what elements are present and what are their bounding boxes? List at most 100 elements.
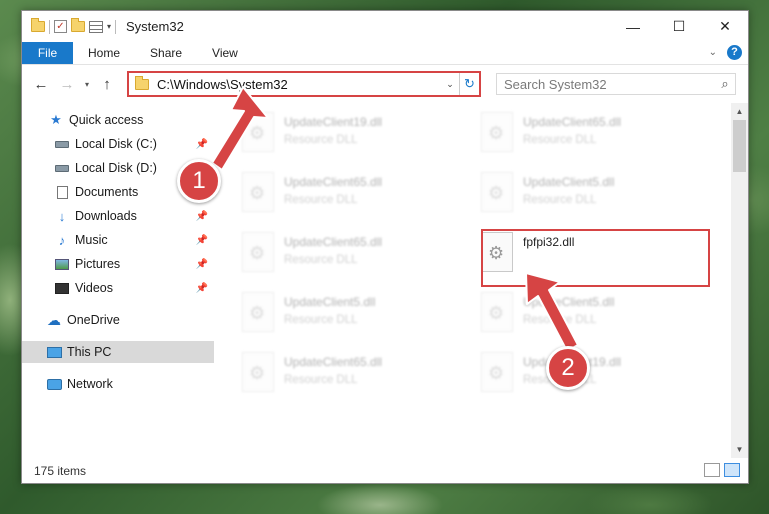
file-type: Resource DLL (284, 254, 358, 266)
folder-icon (31, 18, 45, 32)
onedrive-icon: ☁ (47, 311, 61, 328)
videos-icon (54, 281, 70, 295)
ribbon-tabs: File Home Share View ⌄ ? (22, 42, 748, 65)
pictures-icon (54, 257, 70, 271)
scroll-up-icon[interactable]: ▲ (731, 103, 748, 120)
sidebar-item-downloads[interactable]: ↓ Downloads 📌 (22, 205, 214, 227)
pin-icon: 📌 (195, 210, 208, 222)
dll-file-icon (242, 112, 274, 152)
navigation-bar: ← → ▾ ↑ C:\Windows\System32 ⌄ ↻ Search S… (22, 66, 748, 102)
file-item[interactable]: UpdateClient65.dll Resource DLL (481, 109, 701, 161)
details-view-icon[interactable] (704, 463, 720, 477)
file-type: Resource DLL (523, 314, 597, 326)
sidebar-item-label: Documents (75, 185, 139, 199)
file-name: UpdateClient65.dll (284, 175, 383, 189)
refresh-icon[interactable]: ↻ (459, 73, 479, 95)
tab-view[interactable]: View (197, 42, 253, 64)
scroll-thumb[interactable] (733, 120, 746, 172)
vertical-scrollbar[interactable]: ▲ ▼ (731, 103, 748, 458)
divider (115, 19, 117, 34)
file-name: UpdateClient19.dll (284, 115, 383, 129)
sidebar-item-videos[interactable]: Videos 📌 (22, 277, 214, 299)
maximize-button[interactable]: ☐ (656, 11, 702, 42)
new-folder-icon[interactable] (71, 18, 85, 32)
ribbon-right-controls: ⌄ ? (709, 45, 742, 60)
pin-icon: 📌 (195, 258, 208, 270)
expand-ribbon-icon[interactable]: ⌄ (709, 47, 717, 58)
tab-share[interactable]: Share (135, 42, 197, 64)
file-name: UpdateClient65.dll (523, 115, 622, 129)
up-button[interactable]: ↑ (94, 76, 120, 93)
file-type: Resource DLL (284, 194, 358, 206)
file-name: UpdateClient65.dll (284, 355, 383, 369)
folder-icon (135, 75, 149, 90)
sidebar-item-onedrive[interactable]: ☁ OneDrive (22, 309, 214, 331)
file-item[interactable]: UpdateClient19.dllResource DLL (481, 349, 701, 401)
properties-check-icon[interactable]: ✓ (54, 20, 67, 33)
dll-file-icon (242, 232, 274, 272)
dll-file-icon (481, 112, 513, 152)
sidebar-item-label: This PC (67, 345, 112, 359)
back-button[interactable]: ← (28, 76, 54, 93)
dll-file-icon (481, 352, 513, 392)
file-item[interactable]: UpdateClient5.dll Resource DLL (481, 289, 701, 341)
step-2-badge: 2 (546, 346, 590, 390)
file-item[interactable]: UpdateClient65.dll Resource DLL (242, 229, 462, 281)
sidebar-item-quick-access[interactable]: ★ Quick access (22, 109, 214, 131)
tab-file[interactable]: File (22, 42, 73, 64)
sidebar-item-pictures[interactable]: Pictures 📌 (22, 253, 214, 275)
drive-icon (54, 161, 70, 175)
toolbar-dropdown-icon[interactable]: ▾ (107, 22, 111, 31)
scroll-down-icon[interactable]: ▼ (731, 441, 748, 458)
customize-toolbar-icon[interactable] (89, 20, 103, 33)
quick-access-star-icon: ★ (50, 112, 62, 127)
pin-icon: 📌 (195, 234, 208, 246)
divider (49, 19, 50, 34)
sidebar-item-network[interactable]: Network (22, 373, 214, 395)
tiles-view-icon[interactable] (724, 463, 740, 477)
sidebar-item-music[interactable]: ♪ Music 📌 (22, 229, 214, 251)
file-item[interactable]: UpdateClient65.dll Resource DLL (242, 169, 462, 221)
close-button[interactable]: ✕ (702, 11, 748, 42)
sidebar-item-this-pc[interactable]: This PC (22, 341, 214, 363)
documents-icon (54, 185, 70, 199)
navigation-pane: ★ Quick access Local Disk (C:) 📌 Local D… (22, 103, 216, 458)
quick-access-toolbar: ✓ ▾ (31, 18, 117, 34)
sidebar-item-label: Downloads (75, 209, 137, 223)
address-path[interactable]: C:\Windows\System32 (157, 77, 441, 92)
search-input[interactable]: Search System32 (497, 77, 715, 92)
minimize-button[interactable]: — (610, 11, 656, 42)
sidebar-item-label: Pictures (75, 257, 121, 271)
status-bar: 175 items (22, 458, 748, 483)
file-item[interactable]: UpdateClient5.dll Resource DLL (481, 169, 701, 221)
file-item[interactable]: UpdateClient19.dllResource DLL (242, 109, 462, 161)
sidebar-item-label: OneDrive (67, 313, 120, 327)
window-controls: — ☐ ✕ (610, 11, 748, 42)
music-icon: ♪ (58, 232, 66, 248)
sidebar-item-local-disk-c[interactable]: Local Disk (C:) 📌 (22, 133, 214, 155)
file-name: UpdateClient5.dll (523, 295, 615, 309)
dll-file-icon (481, 172, 513, 212)
recent-locations-button[interactable]: ▾ (80, 80, 94, 89)
pin-icon: 📌 (195, 282, 208, 294)
forward-button[interactable]: → (54, 76, 80, 93)
search-box[interactable]: Search System32 ⌕ (496, 73, 736, 95)
file-highlight-box (481, 229, 710, 287)
sidebar-item-label: Music (75, 233, 108, 247)
file-name: UpdateClient5.dll (284, 295, 376, 309)
address-dropdown-icon[interactable]: ⌄ (441, 79, 459, 90)
dll-file-icon (242, 172, 274, 212)
file-type: Resource DLL (284, 314, 358, 326)
help-icon[interactable]: ? (727, 45, 742, 60)
tab-home[interactable]: Home (73, 42, 135, 64)
dll-file-icon (481, 292, 513, 332)
this-pc-icon (46, 345, 62, 359)
file-item[interactable]: UpdateClient5.dll Resource DLL (242, 289, 462, 341)
file-type: Resource DLL (523, 194, 597, 206)
file-type: Resource DLL (523, 134, 597, 146)
file-item[interactable]: UpdateClient65.dll Resource DLL (242, 349, 462, 401)
file-name: UpdateClient5.dll (523, 175, 615, 189)
title-bar: ✓ ▾ System32 — ☐ ✕ (22, 11, 748, 42)
search-icon[interactable]: ⌕ (715, 76, 735, 92)
address-bar[interactable]: C:\Windows\System32 ⌄ ↻ (127, 71, 481, 97)
